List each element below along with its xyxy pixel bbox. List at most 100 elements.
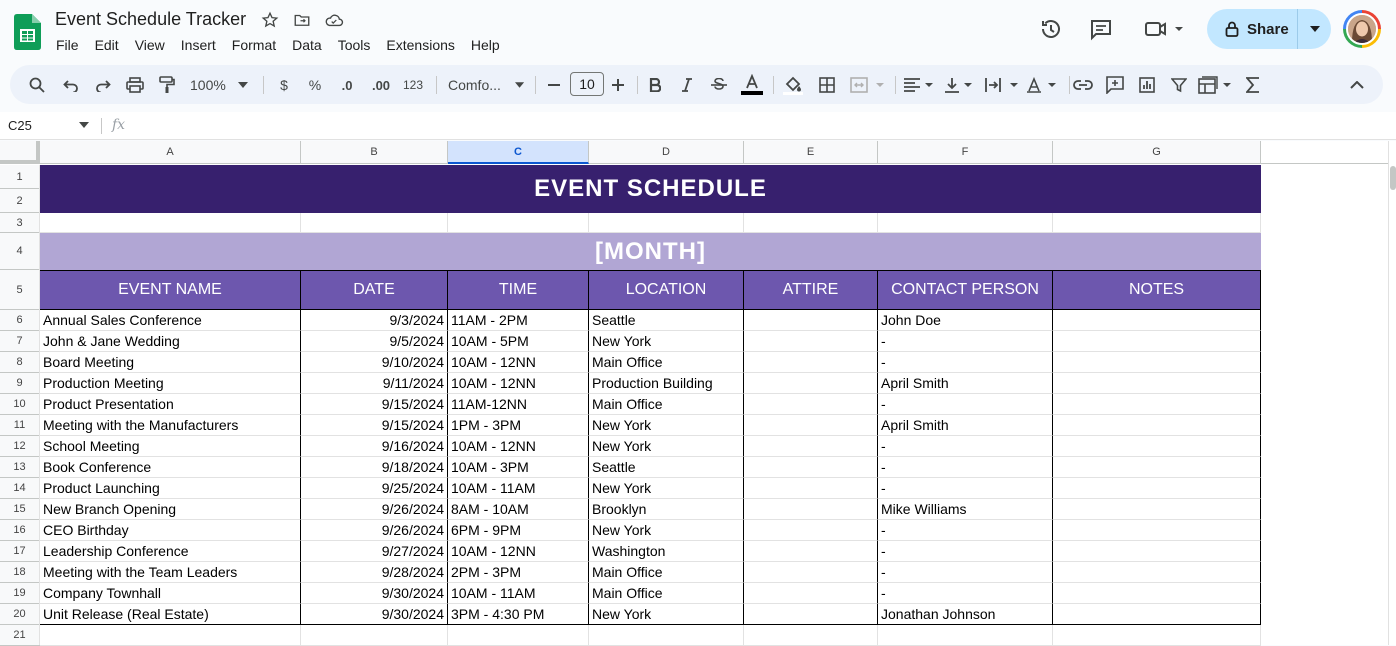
- header-cell-contact-person[interactable]: CONTACT PERSON: [878, 270, 1053, 310]
- cell-location[interactable]: Main Office: [589, 394, 744, 415]
- row-header-18[interactable]: 18: [0, 562, 40, 583]
- cell-attire[interactable]: [744, 499, 878, 520]
- cell-time[interactable]: 10AM - 12NN: [448, 373, 589, 394]
- row-header-21[interactable]: 21: [0, 625, 40, 646]
- column-header-b[interactable]: B: [301, 141, 448, 164]
- menu-help[interactable]: Help: [463, 36, 508, 54]
- star-icon[interactable]: [260, 10, 280, 30]
- cell-contact-person[interactable]: -: [878, 331, 1053, 352]
- currency-format-button[interactable]: $: [274, 73, 294, 97]
- bold-icon[interactable]: [646, 73, 664, 97]
- cell-time[interactable]: 6PM - 9PM: [448, 520, 589, 541]
- column-header-e[interactable]: E: [744, 141, 878, 164]
- cell-attire[interactable]: [744, 394, 878, 415]
- column-header-c[interactable]: C: [448, 141, 589, 164]
- menu-tools[interactable]: Tools: [330, 36, 379, 54]
- cell-location[interactable]: Production Building: [589, 373, 744, 394]
- paint-format-icon[interactable]: [157, 73, 177, 97]
- cell-notes[interactable]: [1053, 415, 1261, 436]
- cell-event-name[interactable]: John & Jane Wedding: [40, 331, 301, 352]
- row-header-17[interactable]: 17: [0, 541, 40, 562]
- row-header-1[interactable]: 1: [0, 165, 40, 189]
- cell-notes[interactable]: [1053, 541, 1261, 562]
- version-history-icon[interactable]: [1039, 17, 1063, 41]
- filter-icon[interactable]: [1168, 73, 1190, 97]
- cell-attire[interactable]: [744, 541, 878, 562]
- cell-location[interactable]: New York: [589, 478, 744, 499]
- cell-date[interactable]: 9/15/2024: [301, 394, 448, 415]
- cell-time[interactable]: 10AM - 11AM: [448, 583, 589, 604]
- insert-link-icon[interactable]: [1072, 73, 1094, 97]
- cell-attire[interactable]: [744, 457, 878, 478]
- formula-input[interactable]: [140, 117, 1380, 135]
- cell-location[interactable]: Seattle: [589, 457, 744, 478]
- cell-attire[interactable]: [744, 583, 878, 604]
- cell-date[interactable]: 9/15/2024: [301, 415, 448, 436]
- header-cell-event-name[interactable]: EVENT NAME: [40, 270, 301, 310]
- functions-icon[interactable]: [1242, 73, 1264, 97]
- header-cell-notes[interactable]: NOTES: [1053, 270, 1261, 310]
- cell-notes[interactable]: [1053, 331, 1261, 352]
- cell-time[interactable]: 1PM - 3PM: [448, 415, 589, 436]
- percent-format-button[interactable]: %: [305, 73, 325, 97]
- cell-date[interactable]: 9/5/2024: [301, 331, 448, 352]
- cell-attire[interactable]: [744, 436, 878, 457]
- cell-location[interactable]: Seattle: [589, 310, 744, 331]
- cell-attire[interactable]: [744, 373, 878, 394]
- cell-notes[interactable]: [1053, 457, 1261, 478]
- cell-notes[interactable]: [1053, 352, 1261, 373]
- cell-date[interactable]: 9/11/2024: [301, 373, 448, 394]
- cell-date[interactable]: 9/18/2024: [301, 457, 448, 478]
- column-header-f[interactable]: F: [878, 141, 1053, 164]
- cell-attire[interactable]: [744, 310, 878, 331]
- cell-location[interactable]: New York: [589, 415, 744, 436]
- menu-edit[interactable]: Edit: [87, 36, 127, 54]
- account-avatar[interactable]: [1343, 10, 1381, 48]
- header-cell-date[interactable]: DATE: [301, 270, 448, 310]
- cell-time[interactable]: 10AM - 11AM: [448, 478, 589, 499]
- cell-notes[interactable]: [1053, 604, 1261, 625]
- row-header-16[interactable]: 16: [0, 520, 40, 541]
- cell-attire[interactable]: [744, 352, 878, 373]
- comments-icon[interactable]: [1089, 17, 1113, 41]
- row-header-5[interactable]: 5: [0, 270, 40, 310]
- cell-contact-person[interactable]: -: [878, 478, 1053, 499]
- cell-contact-person[interactable]: -: [878, 562, 1053, 583]
- cell-location[interactable]: Main Office: [589, 562, 744, 583]
- cell-time[interactable]: 10AM - 5PM: [448, 331, 589, 352]
- cell-contact-person[interactable]: April Smith: [878, 415, 1053, 436]
- cell-date[interactable]: 9/30/2024: [301, 583, 448, 604]
- row-header-10[interactable]: 10: [0, 394, 40, 415]
- increase-decimal-button[interactable]: .00: [368, 73, 394, 97]
- cell-notes[interactable]: [1053, 478, 1261, 499]
- cell-date[interactable]: 9/10/2024: [301, 352, 448, 373]
- print-icon[interactable]: [125, 73, 145, 97]
- cell-attire[interactable]: [744, 604, 878, 625]
- cell-contact-person[interactable]: April Smith: [878, 373, 1053, 394]
- cell-event-name[interactable]: Leadership Conference: [40, 541, 301, 562]
- cell-event-name[interactable]: Board Meeting: [40, 352, 301, 373]
- row-header-9[interactable]: 9: [0, 373, 40, 394]
- cell-time[interactable]: 8AM - 10AM: [448, 499, 589, 520]
- cell-event-name[interactable]: CEO Birthday: [40, 520, 301, 541]
- cell-event-name[interactable]: Product Launching: [40, 478, 301, 499]
- cell-event-name[interactable]: School Meeting: [40, 436, 301, 457]
- merge-cells-icon[interactable]: [850, 73, 886, 97]
- undo-icon[interactable]: [61, 73, 81, 97]
- row-header-3[interactable]: 3: [0, 213, 40, 233]
- row-header-15[interactable]: 15: [0, 499, 40, 520]
- cell-event-name[interactable]: Annual Sales Conference: [40, 310, 301, 331]
- cell-date[interactable]: 9/16/2024: [301, 436, 448, 457]
- cell-date[interactable]: 9/26/2024: [301, 520, 448, 541]
- move-folder-icon[interactable]: [292, 10, 312, 30]
- insert-comment-icon[interactable]: [1104, 73, 1126, 97]
- cell-time[interactable]: 3PM - 4:30 PM: [448, 604, 589, 625]
- cell-date[interactable]: 9/28/2024: [301, 562, 448, 583]
- search-menus-icon[interactable]: [27, 73, 47, 97]
- menu-file[interactable]: File: [48, 36, 87, 54]
- cell-contact-person[interactable]: -: [878, 352, 1053, 373]
- cell-attire[interactable]: [744, 520, 878, 541]
- cell-date[interactable]: 9/26/2024: [301, 499, 448, 520]
- cell-date[interactable]: 9/27/2024: [301, 541, 448, 562]
- cell-location[interactable]: Washington: [589, 541, 744, 562]
